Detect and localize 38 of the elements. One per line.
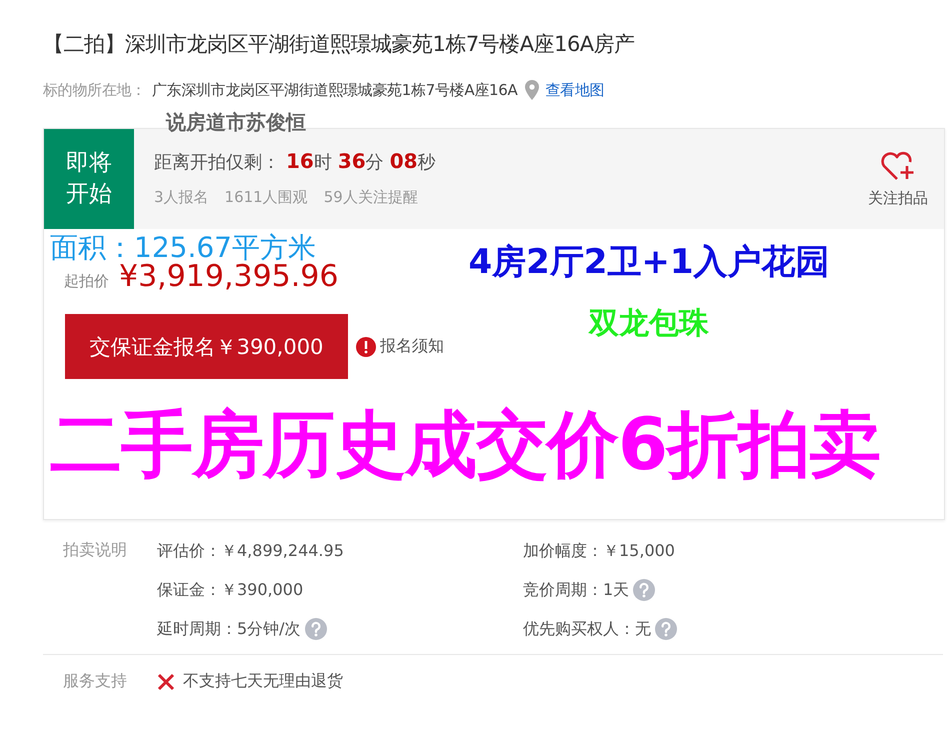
location-label: 标的物所在地： — [43, 80, 146, 100]
countdown-unit: 时 — [314, 151, 332, 174]
countdown-number: 16 — [286, 149, 314, 173]
deposit-signup-button[interactable]: 交保证金报名￥390,000 — [65, 314, 348, 379]
service-text: 不支持七天无理由退货 — [183, 671, 343, 692]
promo-headline: 二手房历史成交价6折拍卖 — [49, 401, 882, 488]
info-item: 延时周期：5分钟/次 — [157, 618, 301, 640]
info-item: 保证金：￥390,000 — [157, 580, 304, 600]
layout-headline: 4房2厅2卫+1入户花园 — [468, 241, 830, 284]
follow-label[interactable]: 关注拍品 — [868, 188, 928, 208]
page-title: 【二拍】深圳市龙岗区平湖街道熙璟城豪苑1栋7号楼A座16A房产 — [43, 31, 636, 58]
status-badge: 即将开始 — [44, 129, 134, 229]
countdown-label: 距离开拍仅剩： — [154, 151, 280, 174]
info-item: 竞价周期：1天 — [523, 580, 630, 600]
info-item: 评估价：￥4,899,244.95 — [157, 540, 344, 562]
info-item: 优先购买权人：无 — [523, 618, 651, 640]
map-pin-icon — [524, 80, 540, 100]
countdown-number: 08 — [390, 149, 418, 173]
signup-notice-link[interactable]: 报名须知 — [356, 336, 444, 357]
info-item: 加价幅度：￥15,000 — [523, 540, 675, 562]
overlay-caption: 说房道市苏俊恒 — [166, 110, 307, 134]
help-icon[interactable] — [633, 579, 656, 601]
countdown-unit: 秒 — [418, 151, 436, 174]
heart-plus-icon[interactable] — [880, 150, 916, 182]
feature-headline: 双龙包珠 — [589, 305, 709, 343]
help-icon[interactable] — [655, 618, 677, 640]
start-price-label: 起拍价 — [64, 272, 109, 291]
countdown-unit: 分 — [366, 151, 384, 174]
stat-text: 3人报名 — [154, 188, 209, 207]
help-icon[interactable] — [304, 618, 327, 640]
countdown-number: 36 — [338, 149, 366, 173]
stat-text: 59人关注提醒 — [324, 188, 418, 207]
section-label: 拍卖说明 — [62, 540, 128, 561]
view-map-link[interactable]: 查看地图 — [546, 80, 604, 100]
address-text: 广东深圳市龙岗区平湖街道熙璟城豪苑1栋7号楼A座16A — [152, 80, 518, 100]
alert-icon[interactable] — [356, 336, 376, 356]
section-label: 服务支持 — [62, 671, 128, 692]
stat-text: 1611人围观 — [224, 188, 308, 207]
